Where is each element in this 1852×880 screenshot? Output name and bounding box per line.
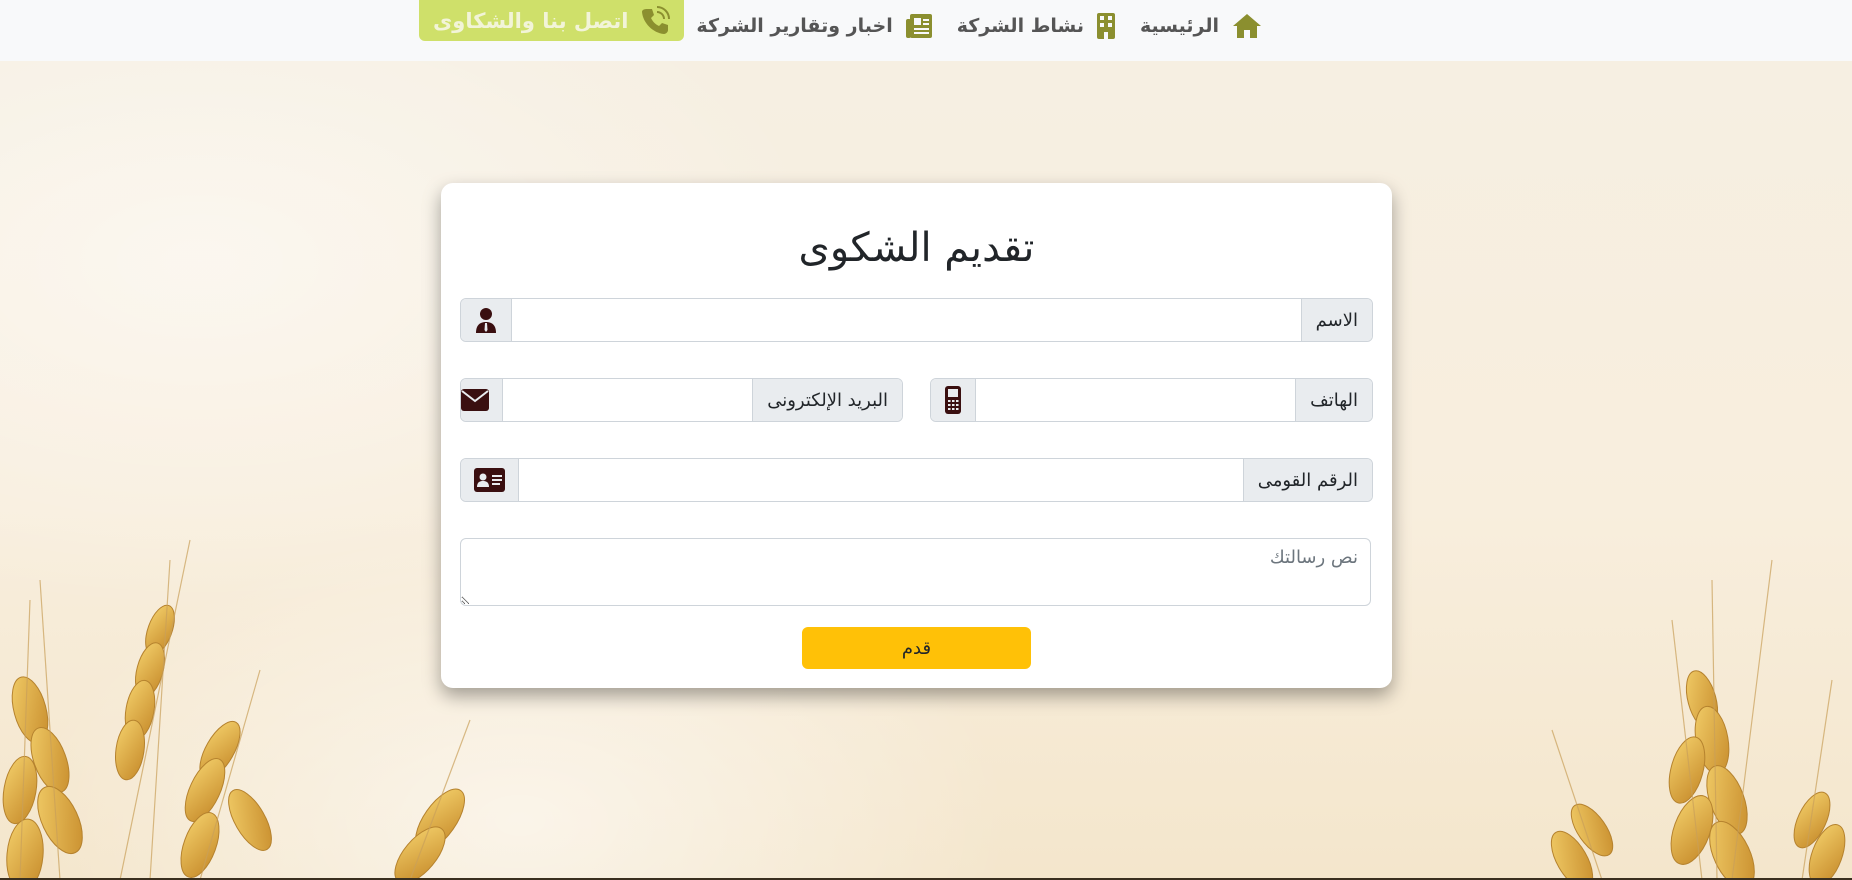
email-label: البريد الإلكترونى: [752, 379, 902, 421]
nav-item-home[interactable]: الرئيسية: [1128, 0, 1275, 51]
top-navbar: الرئيسية نشاط الشركة اخبار وتقارير الشرك…: [0, 0, 1852, 61]
nav-item-contact[interactable]: اتصل بنا والشكاوى: [419, 0, 685, 41]
name-input-group: الاسم: [460, 298, 1373, 342]
mobile-phone-icon: [931, 379, 976, 421]
submit-button[interactable]: قدم: [802, 627, 1031, 669]
id-card-icon: [461, 459, 519, 501]
nav-item-news[interactable]: اخبار وتقارير الشركة: [684, 0, 944, 51]
phone-label: الهاتف: [1295, 379, 1372, 421]
email-field[interactable]: [503, 379, 753, 421]
national-id-label: الرقم القومى: [1242, 459, 1372, 501]
complaint-form-card: تقديم الشكوى الاسم الهاتف البريد الإلكتر…: [441, 183, 1392, 688]
name-field[interactable]: [512, 299, 1301, 341]
envelope-icon: [461, 379, 504, 421]
newspaper-icon: [905, 13, 933, 39]
nav-item-activity-label: نشاط الشركة: [956, 14, 1085, 37]
nav-item-activity[interactable]: نشاط الشركة: [945, 0, 1128, 51]
phone-input-group: الهاتف: [930, 378, 1373, 422]
wheat-right-illustration: [1550, 559, 1846, 880]
national-id-input-group: الرقم القومى: [460, 458, 1373, 502]
message-textarea[interactable]: [460, 538, 1371, 606]
nav-item-home-label: الرئيسية: [1140, 14, 1219, 37]
nav-menu: الرئيسية نشاط الشركة اخبار وتقارير الشرك…: [419, 0, 1275, 51]
nav-item-news-label: اخبار وتقارير الشركة: [696, 14, 893, 37]
home-icon: [1231, 12, 1263, 40]
nav-item-contact-label: اتصل بنا والشكاوى: [433, 8, 629, 33]
user-icon: [461, 299, 512, 341]
phone-call-icon: [640, 5, 671, 36]
phone-field[interactable]: [976, 379, 1296, 421]
name-label: الاسم: [1300, 299, 1372, 341]
national-id-field[interactable]: [519, 459, 1243, 501]
building-icon: [1096, 12, 1116, 40]
form-title: تقديم الشكوى: [798, 225, 1035, 271]
email-input-group: البريد الإلكترونى: [460, 378, 903, 422]
